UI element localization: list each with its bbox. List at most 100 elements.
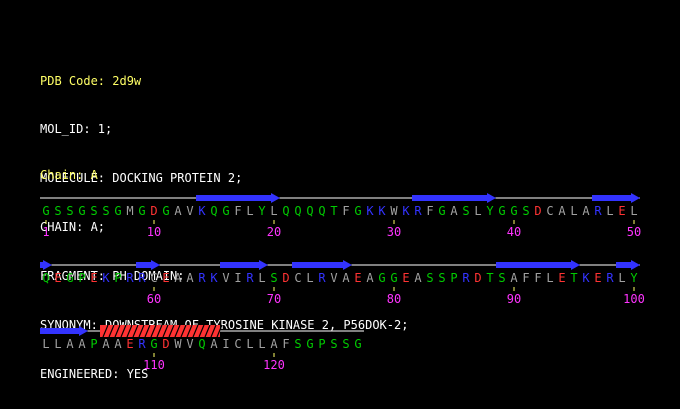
residue-letter: A [78,337,86,351]
residue-letter: I [234,271,241,285]
residue-letter: L [246,204,253,218]
residue-letter: F [534,271,541,285]
residue-letter: Q [210,204,217,218]
residue-letter: D [474,271,481,285]
residue-letter: K [582,271,590,285]
residue-letter: E [90,271,97,285]
strand-arrow [40,260,52,270]
residue-letter: Q [282,204,289,218]
residue-letter: W [390,204,398,218]
residue-letter: R [126,271,134,285]
residue-letter: T [486,271,493,285]
residue-letter: I [222,337,229,351]
residue-letter: E [558,271,565,285]
residue-letter: D [282,271,289,285]
residue-letter: G [162,204,169,218]
residue-letter: C [294,271,301,285]
residue-letter: T [330,204,337,218]
strand-arrow [592,193,640,203]
residue-letter: F [426,204,433,218]
residue-letter: E [618,204,625,218]
residue-letter: A [174,204,182,218]
residue-letter: Q [42,271,49,285]
residue-letter: Y [258,204,266,218]
residue-letter: F [522,271,529,285]
residue-letter: L [630,204,637,218]
residue-letter: S [102,204,109,218]
residue-letter: L [270,204,277,218]
residue-letter: S [54,204,61,218]
residue-letter: A [366,271,374,285]
residue-number: 70 [267,292,281,306]
residue-number: 120 [263,358,285,372]
residue-number: 40 [507,225,521,239]
residue-letter: Q [294,204,301,218]
residue-letter: G [510,204,517,218]
residue-letter: A [210,337,218,351]
residue-letter: A [558,204,566,218]
residue-letter: A [102,337,110,351]
residue-letter: D [534,204,541,218]
residue-number: 10 [147,225,161,239]
residue-letter: V [186,337,193,351]
residue-letter: K [366,204,374,218]
residue-letter: A [582,204,590,218]
strand-arrow [220,260,268,270]
residue-letter: G [378,271,385,285]
residue-letter: A [186,271,194,285]
residue-number: 30 [387,225,401,239]
residue-letter: G [498,204,505,218]
residue-letter: L [258,337,265,351]
residue-letter: L [546,271,553,285]
residue-letter: Q [306,204,313,218]
residue-letter: G [222,204,229,218]
strand-arrow [136,260,160,270]
residue-letter: V [222,271,229,285]
residue-letter: G [438,204,445,218]
residue-letter: M [126,204,133,218]
residue-letter: V [186,204,193,218]
residue-letter: K [402,204,410,218]
residue-letter: E [354,271,361,285]
residue-letter: L [306,271,313,285]
residue-number: 50 [627,225,641,239]
residue-letter: S [90,204,97,218]
residue-letter: K [378,204,386,218]
residue-letter: G [354,337,361,351]
residue-letter: S [66,204,73,218]
residue-letter: L [246,337,253,351]
residue-letter: E [54,271,61,285]
residue-letter: E [162,271,169,285]
residue-letter: P [450,271,457,285]
residue-letter: G [150,337,157,351]
residue-letter: S [426,271,433,285]
strand-arrow [292,260,352,270]
residue-letter: W [174,337,182,351]
residue-letter: Y [630,271,638,285]
residue-letter: F [342,204,349,218]
residue-letter: G [114,204,121,218]
strand-arrow [496,260,580,270]
residue-letter: R [594,204,602,218]
residue-letter: R [246,271,254,285]
residue-letter: L [474,204,481,218]
residue-letter: S [498,271,505,285]
residue-letter: G [354,204,361,218]
residue-number: 80 [387,292,401,306]
residue-letter: P [318,337,325,351]
residue-number: 100 [623,292,645,306]
residue-letter: R [318,271,326,285]
residue-letter: A [114,337,122,351]
residue-letter: L [54,337,61,351]
residue-letter: K [210,271,218,285]
residue-letter: E [126,337,133,351]
residue-letter: L [618,271,625,285]
sequence-diagram: GSSGSSGMGDGAVKQGFLYLQQQQTFGKKWKRFGASLYGG… [40,193,645,372]
residue-letter: A [174,271,182,285]
residue-letter: C [234,337,241,351]
residue-number: 90 [507,292,521,306]
strand-arrow [616,260,640,270]
residue-number: 1 [42,225,49,239]
residue-letter: Q [318,204,325,218]
residue-letter: C [150,271,157,285]
